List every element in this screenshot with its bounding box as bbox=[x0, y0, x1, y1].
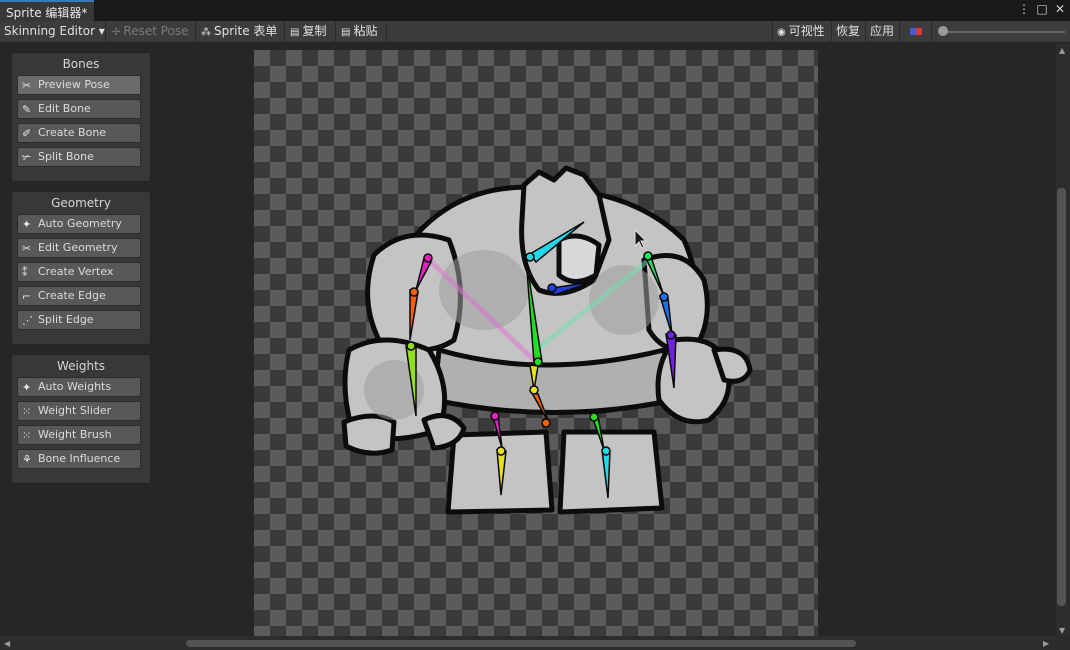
scroll-left-icon[interactable]: ◀ bbox=[4, 639, 10, 648]
editor-tab[interactable]: Sprite 编辑器* bbox=[0, 0, 94, 21]
create-edge-button[interactable]: ⌐ Create Edge bbox=[17, 286, 141, 306]
preview-pose-label: Preview Pose bbox=[38, 78, 110, 91]
split-edge-label: Split Edge bbox=[38, 313, 94, 326]
paste-label: 粘贴 bbox=[353, 24, 378, 38]
preview-pose-button[interactable]: ✂ Preview Pose bbox=[17, 75, 141, 95]
auto-weights-icon: ✦ bbox=[22, 381, 32, 394]
bone-influence-label: Bone Influence bbox=[38, 452, 121, 465]
joint[interactable] bbox=[490, 411, 500, 421]
weight-brush-label: Weight Brush bbox=[38, 428, 112, 441]
color-swatch-icon bbox=[910, 28, 922, 35]
split-edge-icon: ⋰ bbox=[22, 314, 33, 327]
revert-button[interactable]: 恢复 bbox=[832, 21, 866, 42]
copy-label: 复制 bbox=[302, 24, 327, 38]
zoom-slider-handle[interactable] bbox=[938, 26, 948, 36]
joint[interactable] bbox=[533, 357, 543, 367]
joint[interactable] bbox=[409, 287, 419, 297]
bone-influence-button[interactable]: ⚘ Bone Influence bbox=[17, 449, 141, 469]
copy-icon: ▤ bbox=[290, 27, 300, 38]
joint[interactable] bbox=[547, 283, 557, 293]
create-vertex-button[interactable]: ⁑ Create Vertex bbox=[17, 262, 141, 282]
joint[interactable] bbox=[423, 253, 433, 263]
create-vertex-icon: ⁑ bbox=[22, 266, 28, 279]
color-toggle-button[interactable] bbox=[902, 21, 932, 42]
weights-panel-title: Weights bbox=[56, 359, 106, 373]
sprite-sheet-icon: ⁂ bbox=[201, 27, 211, 38]
split-bone-label: Split Bone bbox=[38, 150, 94, 163]
weight-slider-button[interactable]: ⁙ Weight Slider bbox=[17, 401, 141, 421]
scissors-icon: ✂ bbox=[22, 79, 32, 92]
geometry-panel-title: Geometry bbox=[51, 196, 111, 210]
auto-geometry-label: Auto Geometry bbox=[38, 217, 122, 230]
edit-bone-button[interactable]: ✎ Edit Bone bbox=[17, 99, 141, 119]
scroll-down-icon[interactable]: ▼ bbox=[1059, 626, 1065, 635]
edit-bone-label: Edit Bone bbox=[38, 102, 91, 115]
auto-geometry-icon: ✦ bbox=[22, 218, 32, 231]
joint[interactable] bbox=[659, 292, 669, 302]
edit-geometry-button[interactable]: ✂ Edit Geometry bbox=[17, 238, 141, 258]
reset-pose-button[interactable]: ✢ Reset Pose bbox=[108, 21, 196, 42]
bone-edit-icon: ✎ bbox=[22, 103, 32, 116]
bones-panel: Bones ✂ Preview Pose ✎ Edit Bone ✐ Create B… bbox=[11, 52, 151, 182]
joint[interactable] bbox=[406, 341, 416, 351]
paste-button[interactable]: ▤ 粘贴 bbox=[337, 21, 387, 42]
weights-panel: Weights ✦ Auto Weights ⁙ Weight Slider ⁙ We… bbox=[11, 354, 151, 484]
joint[interactable] bbox=[541, 418, 551, 428]
reset-pose-label: Reset Pose bbox=[123, 24, 189, 38]
window-controls: ⋮ □ ✕ bbox=[1018, 2, 1066, 16]
auto-weights-button[interactable]: ✦ Auto Weights bbox=[17, 377, 141, 397]
create-edge-icon: ⌐ bbox=[22, 290, 32, 303]
joint[interactable] bbox=[601, 446, 611, 456]
zoom-slider-track[interactable] bbox=[940, 31, 1065, 33]
joint[interactable] bbox=[529, 385, 539, 395]
joint[interactable] bbox=[589, 412, 599, 422]
split-bone-button[interactable]: ✃ Split Bone bbox=[17, 147, 141, 167]
weight-brush-button[interactable]: ⁙ Weight Brush bbox=[17, 425, 141, 445]
toolbar: Skinning Editor ▾ ✢ Reset Pose ⁂ Sprite 表单… bbox=[0, 21, 1070, 43]
joint[interactable] bbox=[643, 251, 653, 261]
joint[interactable] bbox=[496, 446, 506, 456]
create-edge-label: Create Edge bbox=[38, 289, 106, 302]
joint[interactable] bbox=[666, 330, 676, 340]
create-bone-label: Create Bone bbox=[38, 126, 107, 139]
joint[interactable] bbox=[525, 252, 535, 262]
reset-pose-icon: ✢ bbox=[112, 27, 121, 38]
copy-button[interactable]: ▤ 复制 bbox=[286, 21, 336, 42]
create-vertex-label: Create Vertex bbox=[38, 265, 114, 278]
more-icon[interactable]: ⋮ bbox=[1018, 2, 1030, 16]
weight-slider-icon: ⁙ bbox=[22, 405, 32, 418]
visibility-button[interactable]: ◉ 可视性 bbox=[772, 21, 832, 42]
sprite-sheet-label: Sprite 表单 bbox=[214, 24, 278, 38]
auto-weights-label: Auto Weights bbox=[38, 380, 112, 393]
apply-button[interactable]: 应用 bbox=[866, 21, 900, 42]
mode-dropdown[interactable]: Skinning Editor ▾ bbox=[0, 21, 106, 42]
paste-icon: ▤ bbox=[341, 27, 351, 38]
bone-split-icon: ✃ bbox=[22, 151, 32, 164]
weight-brush-icon: ⁙ bbox=[22, 429, 32, 442]
edit-geometry-label: Edit Geometry bbox=[38, 241, 118, 254]
create-bone-button[interactable]: ✐ Create Bone bbox=[17, 123, 141, 143]
bones-panel-title: Bones bbox=[62, 57, 100, 71]
auto-geometry-button[interactable]: ✦ Auto Geometry bbox=[17, 214, 141, 234]
vertical-scroll-thumb[interactable] bbox=[1057, 188, 1066, 606]
scroll-up-icon[interactable]: ▲ bbox=[1059, 46, 1065, 55]
visibility-label: 可视性 bbox=[788, 24, 825, 38]
eye-icon: ◉ bbox=[777, 27, 786, 38]
close-icon[interactable]: ✕ bbox=[1054, 2, 1066, 16]
scroll-right-icon[interactable]: ▶ bbox=[1043, 639, 1049, 648]
sprite-sheet-button[interactable]: ⁂ Sprite 表单 bbox=[197, 21, 285, 42]
bone-influence-icon: ⚘ bbox=[22, 453, 32, 466]
split-edge-button[interactable]: ⋰ Split Edge bbox=[17, 310, 141, 330]
bone-create-icon: ✐ bbox=[22, 127, 32, 140]
weight-slider-label: Weight Slider bbox=[38, 404, 112, 417]
edit-geometry-icon: ✂ bbox=[22, 242, 32, 255]
geometry-panel: Geometry ✦ Auto Geometry ✂ Edit Geometry ⁑… bbox=[11, 191, 151, 345]
sprite-canvas[interactable] bbox=[254, 50, 818, 636]
horizontal-scroll-thumb[interactable] bbox=[186, 640, 856, 647]
maximize-icon[interactable]: □ bbox=[1036, 2, 1048, 16]
window-titlebar: Sprite 编辑器* ⋮ □ ✕ bbox=[0, 0, 1070, 21]
